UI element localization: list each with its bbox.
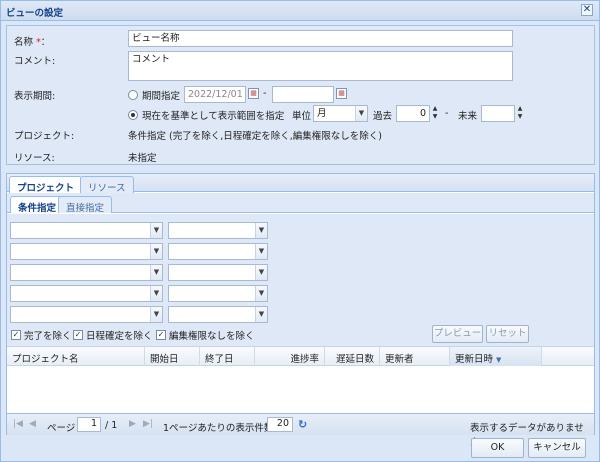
- chevron-down-icon[interactable]: ▼: [255, 286, 267, 301]
- last-page-icon[interactable]: ▶|: [143, 419, 153, 429]
- period-range-radio[interactable]: [128, 90, 138, 100]
- exclude-noedit-checkbox[interactable]: ✓: [156, 330, 166, 340]
- cancel-button[interactable]: キャンセル: [528, 438, 586, 458]
- sub-tabbar: 条件指定 直接指定: [7, 193, 594, 214]
- chevron-down-icon[interactable]: ▼: [255, 223, 267, 238]
- page-total: / 1: [105, 420, 118, 431]
- exclude-fixed-checkbox[interactable]: ✓: [73, 330, 83, 340]
- column-progress[interactable]: 進捗率: [255, 347, 325, 366]
- chevron-down-icon[interactable]: ▼: [150, 307, 162, 322]
- filter-value-select[interactable]: ▼: [168, 306, 268, 323]
- chevron-down-icon[interactable]: ▼: [150, 244, 162, 259]
- ok-button[interactable]: OK: [471, 438, 524, 458]
- page-label: ページ: [47, 423, 76, 434]
- close-icon[interactable]: ✕: [581, 4, 593, 16]
- filter-field-select[interactable]: ▼: [10, 243, 163, 260]
- filter-value-select[interactable]: ▼: [168, 222, 268, 239]
- resource-value: 未指定: [128, 153, 157, 164]
- project-label: プロジェクト:: [14, 131, 75, 142]
- resource-label: リソース:: [14, 153, 55, 164]
- period-relative-radio[interactable]: [128, 110, 138, 120]
- exclude-fixed-label: 日程確定を除く: [86, 331, 153, 342]
- prev-page-icon[interactable]: ◀: [29, 419, 36, 429]
- project-grid: プロジェクト名 開始日 終了日 進捗率 遅延日数 更新者 更新日時 ▼: [7, 346, 594, 414]
- exclude-done-checkbox[interactable]: ✓: [11, 330, 21, 340]
- column-end-date[interactable]: 終了日: [200, 347, 255, 366]
- future-input[interactable]: [481, 105, 515, 122]
- period-range-label: 期間指定: [142, 91, 181, 102]
- filter-field-select[interactable]: ▼: [10, 222, 163, 239]
- chevron-down-icon[interactable]: ▼: [150, 286, 162, 301]
- filter-field-select[interactable]: ▼: [10, 306, 163, 323]
- condition-filters: ▼ ▼ ▼ ▼ ▼ ▼ ▼ ▼ ▼ ▼ ✓ 完了を除く ✓ 日程確定を除く ✓ …: [7, 214, 594, 346]
- tab-resource[interactable]: リソース: [80, 176, 134, 194]
- past-input[interactable]: 0: [396, 105, 430, 122]
- dialog-title: ビューの設定: [6, 8, 64, 19]
- next-page-icon[interactable]: ▶: [129, 419, 136, 429]
- chevron-down-icon[interactable]: ▼: [255, 265, 267, 280]
- tab-project[interactable]: プロジェクト: [9, 176, 83, 194]
- view-settings-dialog: ビューの設定 ✕ 名称 *： ビュー名称 コメント: コメント 表示期間: 期間…: [0, 0, 600, 462]
- comment-label: コメント:: [14, 56, 56, 67]
- tab-panel: プロジェクト リソース 条件指定 直接指定 ▼ ▼ ▼ ▼ ▼ ▼ ▼ ▼ ▼ …: [6, 173, 595, 448]
- exclude-noedit-label: 編集権限なしを除く: [169, 331, 255, 342]
- future-spinner-icon[interactable]: ▲ ▼: [515, 105, 525, 122]
- chevron-down-icon[interactable]: ▼: [255, 244, 267, 259]
- settings-form: 名称 *： ビュー名称 コメント: コメント 表示期間: 期間指定 2022/1…: [6, 25, 595, 165]
- period-to-input[interactable]: [272, 86, 334, 103]
- column-updated-by-label: 更新者: [385, 354, 414, 365]
- calendar-icon[interactable]: ▦: [248, 88, 259, 99]
- unit-select[interactable]: 月 ▼: [313, 105, 368, 122]
- refresh-icon[interactable]: ↻: [298, 418, 307, 431]
- column-updated-at-label: 更新日時: [455, 354, 494, 365]
- column-updated-at[interactable]: 更新日時 ▼: [450, 347, 542, 366]
- name-label: 名称 *：: [14, 37, 51, 48]
- main-tabbar: プロジェクト リソース: [7, 174, 594, 194]
- filter-value-select[interactable]: ▼: [168, 285, 268, 302]
- project-value: 条件指定 (完了を除く,日程確定を除く,編集権限なしを除く): [128, 131, 382, 142]
- past-label: 過去: [373, 111, 393, 122]
- column-start-date[interactable]: 開始日: [145, 347, 200, 366]
- filter-value-select[interactable]: ▼: [168, 243, 268, 260]
- chevron-down-icon[interactable]: ▼: [150, 223, 162, 238]
- grid-header: プロジェクト名 開始日 終了日 進捗率 遅延日数 更新者 更新日時 ▼: [7, 346, 594, 366]
- chevron-down-icon[interactable]: ▼: [150, 265, 162, 280]
- unit-select-value: 月: [317, 108, 327, 119]
- filter-value-select[interactable]: ▼: [168, 264, 268, 281]
- tab-direct[interactable]: 直接指定: [58, 196, 113, 214]
- filter-field-select[interactable]: ▼: [10, 285, 163, 302]
- period-relative-label: 現在を基準として表示範囲を指定: [142, 111, 285, 122]
- page-input[interactable]: 1: [77, 417, 101, 432]
- chevron-down-icon[interactable]: ▼: [355, 106, 367, 121]
- filter-field-select[interactable]: ▼: [10, 264, 163, 281]
- pagination-toolbar: |◀ ◀ ページ 1 / 1 ▶ ▶| 1ページあたりの表示件数 20 ↻ 表示…: [7, 413, 594, 448]
- period-dash: -: [263, 88, 267, 99]
- sort-desc-icon: ▼: [496, 356, 502, 364]
- unit-label: 単位: [292, 111, 312, 122]
- column-delay-days[interactable]: 遅延日数: [325, 347, 380, 366]
- comment-input[interactable]: コメント: [128, 51, 513, 81]
- period-from-input[interactable]: 2022/12/01: [184, 86, 246, 103]
- column-project-name[interactable]: プロジェクト名: [7, 347, 145, 366]
- first-page-icon[interactable]: |◀: [13, 419, 23, 429]
- future-label: 未来: [458, 111, 478, 122]
- reset-button[interactable]: リセット: [486, 325, 529, 343]
- calendar-icon[interactable]: ▦: [336, 88, 347, 99]
- period-label: 表示期間:: [14, 91, 56, 102]
- preview-button[interactable]: プレビュー: [432, 325, 483, 343]
- chevron-down-icon[interactable]: ▼: [255, 307, 267, 322]
- per-page-label: 1ページあたりの表示件数: [163, 423, 274, 434]
- dialog-titlebar: ビューの設定 ✕: [1, 1, 599, 21]
- column-updated-by[interactable]: 更新者: [380, 347, 450, 366]
- name-input[interactable]: ビュー名称: [128, 30, 513, 47]
- exclude-done-label: 完了を除く: [24, 331, 72, 342]
- past-future-dash: -: [445, 108, 449, 119]
- past-spinner-icon[interactable]: ▲ ▼: [430, 105, 440, 122]
- tab-condition[interactable]: 条件指定: [10, 196, 65, 214]
- per-page-input[interactable]: 20: [267, 417, 293, 432]
